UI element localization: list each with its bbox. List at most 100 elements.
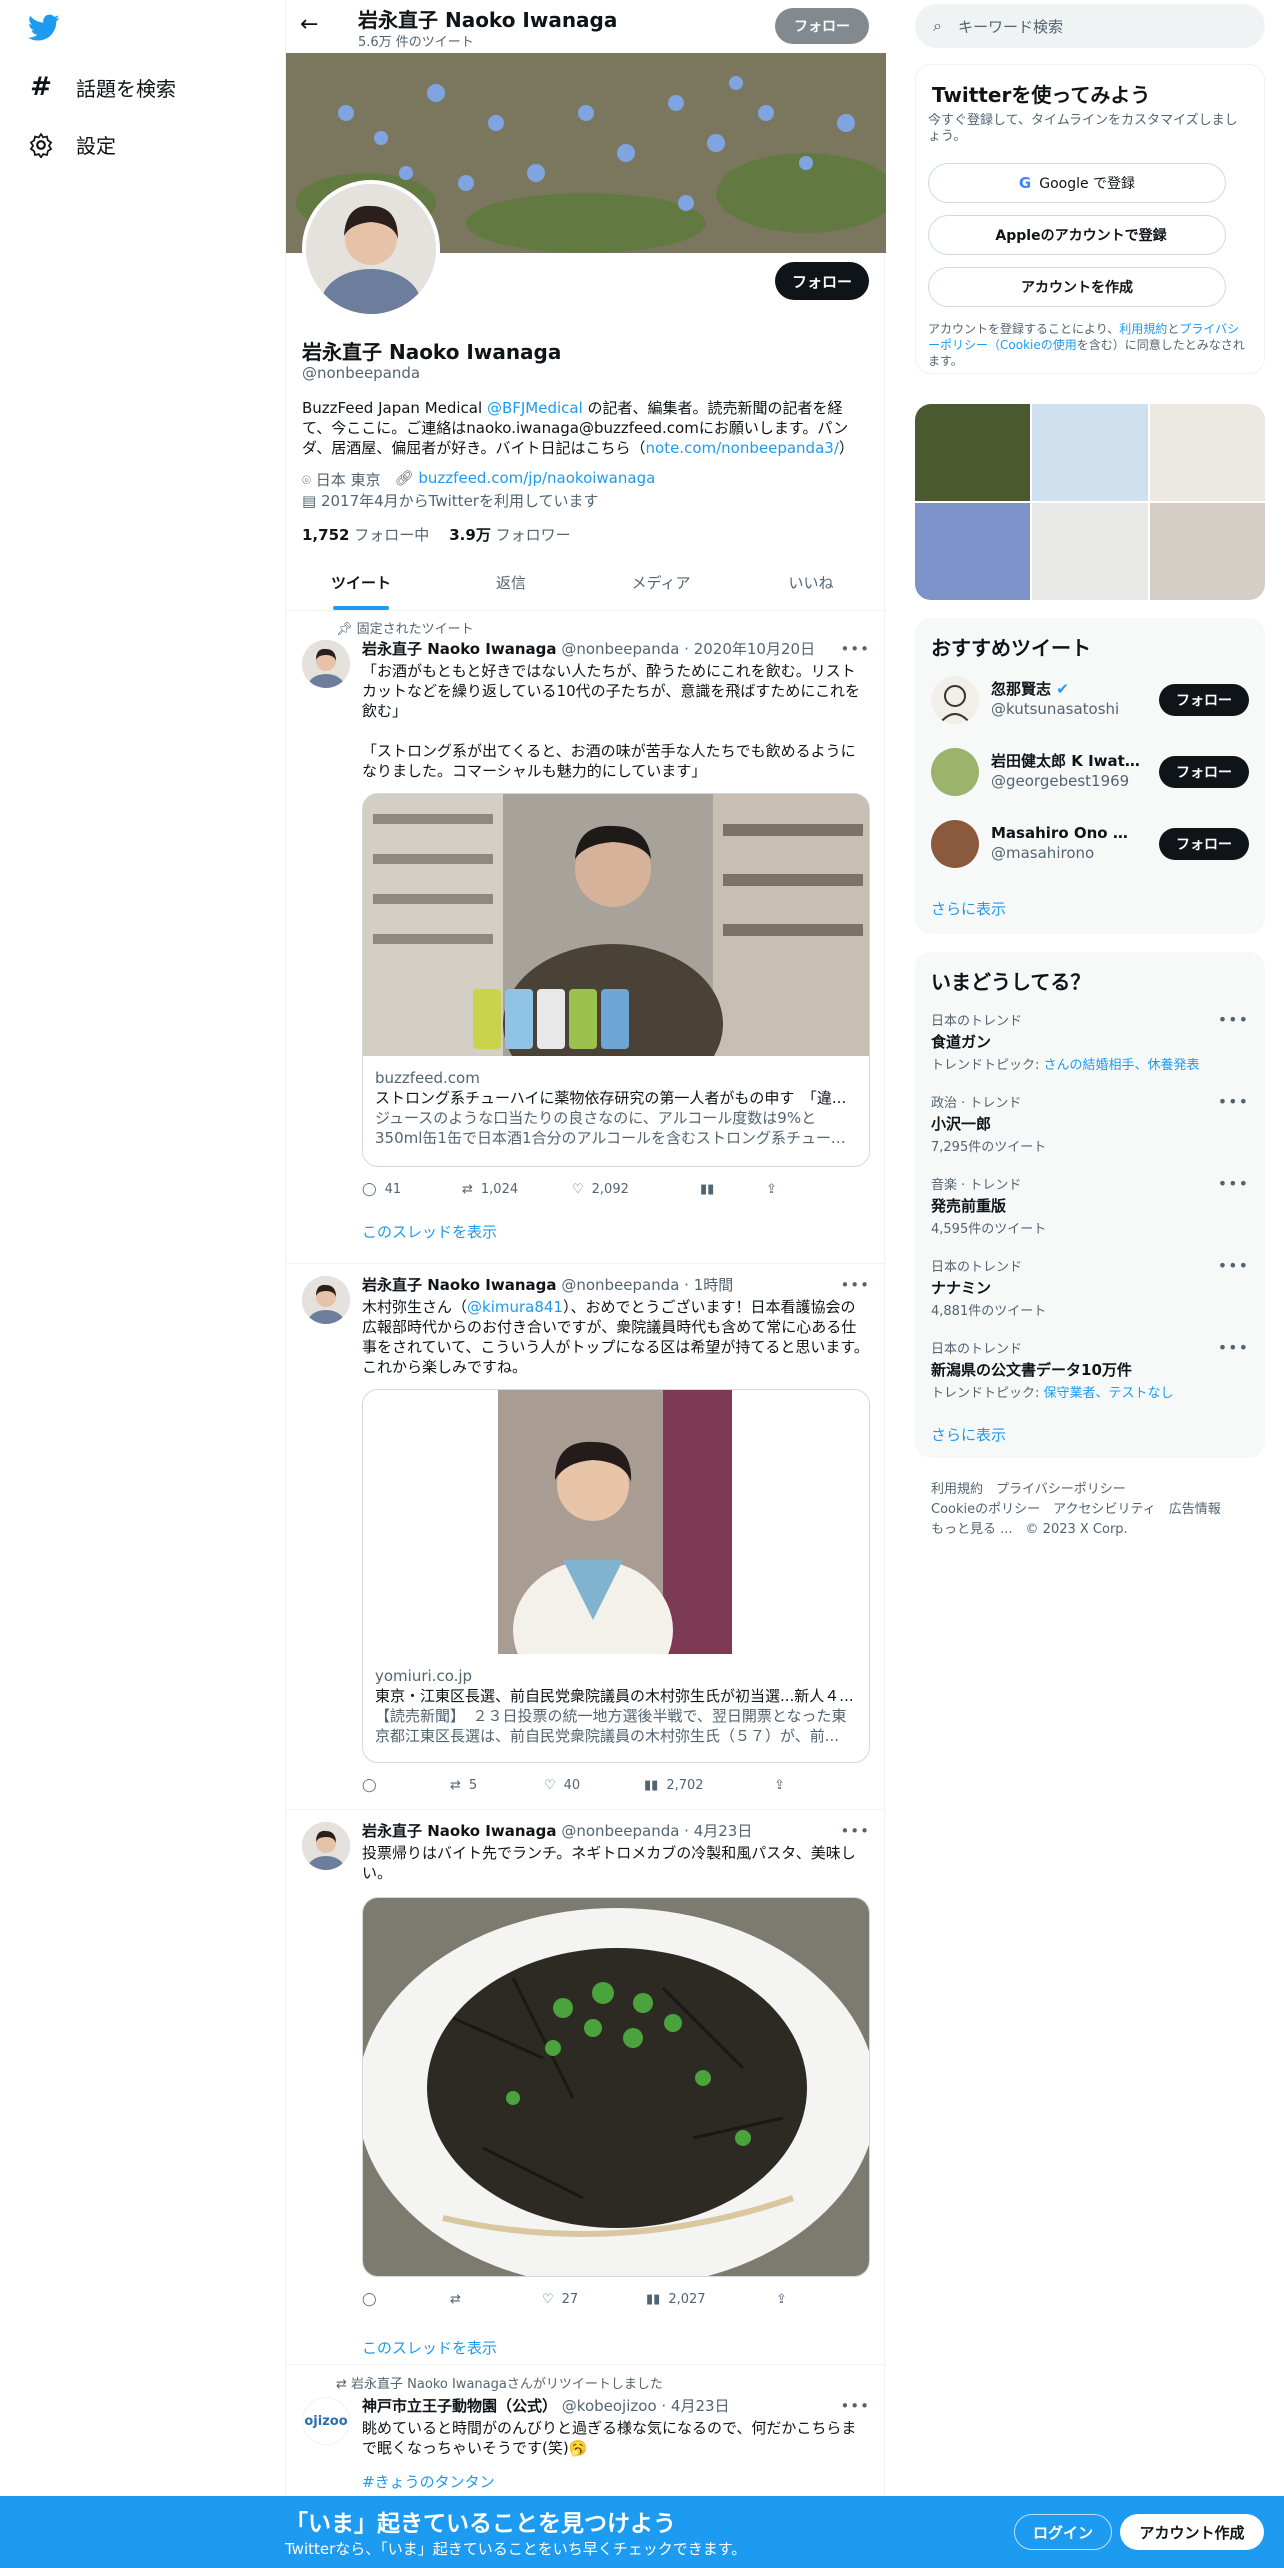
follow-button[interactable]: フォロー xyxy=(1159,828,1249,860)
search-input[interactable]: ⌕ キーワード検索 xyxy=(915,4,1265,48)
create-account-button[interactable]: アカウントを作成 xyxy=(928,267,1226,307)
retweet-button[interactable]: ⇄ 5 xyxy=(450,1775,544,1795)
trend-item[interactable]: 日本のトレンド 食道ガン トレンドトピック: さんの結婚相手、休養発表 ••• xyxy=(931,1010,1249,1073)
more-options-icon[interactable]: ••• xyxy=(1218,1256,1249,1275)
tab-tweets[interactable]: ツイート xyxy=(286,555,436,610)
more-options-icon[interactable]: ••• xyxy=(1218,1092,1249,1111)
location-pin-icon: ⌾ xyxy=(302,471,312,489)
follow-button[interactable]: フォロー xyxy=(1159,684,1249,716)
who-show-more-link[interactable]: さらに表示 xyxy=(931,898,1006,919)
tweet-author-name[interactable]: 岩永直子 Naoko Iwanaga xyxy=(362,1822,557,1840)
footer-privacy-link[interactable]: プライバシーポリシー xyxy=(996,1482,1126,1497)
apple-signup-button[interactable]: Appleのアカウントで登録 xyxy=(928,215,1226,255)
signup-button[interactable]: アカウント作成 xyxy=(1120,2514,1264,2550)
trend-topic-link[interactable]: 保守業者、テストなし xyxy=(1044,1386,1174,1401)
footer-accessibility-link[interactable]: アクセシビリティ xyxy=(1053,1502,1156,1517)
joined-item: ▤ 2017年4月からTwitterを利用しています xyxy=(302,490,599,511)
trends-show-more-link[interactable]: さらに表示 xyxy=(931,1424,1006,1445)
tweet[interactable]: ••• 岩永直子 Naoko Iwanaga @nonbeepanda · 1時… xyxy=(286,1264,886,1810)
tweet-retweet[interactable]: ⇄ 岩永直子 Naoko Iwanagaさんがリツイートしました ojizoo … xyxy=(286,2365,886,2505)
like-count: 27 xyxy=(561,2291,579,2307)
show-thread-link[interactable]: このスレッドを表示 xyxy=(362,1221,870,1242)
media-thumb[interactable] xyxy=(1149,503,1265,600)
media-thumb[interactable] xyxy=(915,404,1031,501)
share-button[interactable]: ⇪ xyxy=(766,1179,856,1199)
like-button[interactable]: ♡ 40 xyxy=(544,1775,644,1795)
following-count: 1,752 xyxy=(302,526,350,544)
tab-likes[interactable]: いいね xyxy=(736,555,886,610)
views-button[interactable]: ▮▮ 2,702 xyxy=(644,1775,774,1795)
trend-item[interactable]: 日本のトレンド ナナミン 4,881件のツイート ••• xyxy=(931,1256,1249,1319)
who-to-follow-item[interactable]: Masahiro Ono 小野... @masahirono フォロー xyxy=(931,818,1249,870)
media-thumb[interactable] xyxy=(1032,404,1148,501)
views-button[interactable]: ▮▮ 2,027 xyxy=(646,2289,776,2309)
tweet-author-name[interactable]: 岩永直子 Naoko Iwanaga xyxy=(362,1276,557,1294)
footer-terms-link[interactable]: 利用規約 xyxy=(931,1482,983,1497)
footer-more-link[interactable]: もっと見る ... xyxy=(931,1522,1013,1537)
profile-avatar[interactable] xyxy=(302,180,440,318)
show-thread-link[interactable]: このスレッドを表示 xyxy=(362,2337,870,2358)
profile-follow-button[interactable]: フォロー xyxy=(775,262,869,300)
media-thumb[interactable] xyxy=(1149,404,1265,501)
footer-ads-link[interactable]: 広告情報 xyxy=(1169,1502,1221,1517)
tab-replies[interactable]: 返信 xyxy=(436,555,586,610)
tweet-photo[interactable] xyxy=(362,1897,870,2277)
retweet-context-label: 岩永直子 Naoko Iwanagaさんがリツイートしました xyxy=(351,2377,663,2392)
avatar[interactable] xyxy=(302,1276,350,1324)
back-arrow-icon[interactable]: ← xyxy=(300,12,318,37)
tweet-author-name[interactable]: 神戸市立王子動物園（公式） xyxy=(362,2397,557,2415)
trend-item[interactable]: 日本のトレンド 新潟県の公文書データ10万件 トレンドトピック: 保守業者、テス… xyxy=(931,1338,1249,1401)
views-button[interactable]: ▮▮ xyxy=(700,1179,766,1199)
tweet[interactable]: ••• 岩永直子 Naoko Iwanaga @nonbeepanda · 4月… xyxy=(286,1810,886,2365)
bio-note-link[interactable]: note.com/nonbeepanda3/ xyxy=(646,439,839,457)
tweet-author-name[interactable]: 岩永直子 Naoko Iwanaga xyxy=(362,640,557,658)
link-card-meta: buzzfeed.com ストロング系チューハイに薬物依存研究の第一人者がもの申… xyxy=(363,1056,869,1160)
tweet-pinned[interactable]: 📌︎ 固定されたツイート ••• 岩永直子 Naoko Iwanaga @non… xyxy=(286,612,886,1264)
link-card[interactable]: yomiuri.co.jp 東京・江東区長選、前自民党衆院議員の木村弥生氏が初当… xyxy=(362,1389,870,1763)
google-signup-button[interactable]: G Google で登録 xyxy=(928,163,1226,203)
who-to-follow-item[interactable]: 忽那賢志 ✔ @kutsunasatoshi フォロー xyxy=(931,674,1249,726)
website-link[interactable]: buzzfeed.com/jp/naokoiwanaga xyxy=(418,469,655,487)
avatar[interactable]: ojizoo xyxy=(302,2397,350,2445)
bio-mention-link[interactable]: @BFJMedical xyxy=(487,399,583,417)
login-button[interactable]: ログイン xyxy=(1014,2514,1112,2550)
trend-item[interactable]: 政治 · トレンド 小沢一郎 7,295件のツイート ••• xyxy=(931,1092,1249,1155)
trend-topic-link[interactable]: さんの結婚相手、休養発表 xyxy=(1044,1058,1200,1073)
mention-link[interactable]: @kimura841 xyxy=(467,1298,563,1316)
reply-button[interactable]: ◯ xyxy=(362,1775,450,1795)
follow-button[interactable]: フォロー xyxy=(1159,756,1249,788)
more-options-icon[interactable]: ••• xyxy=(1218,1010,1249,1029)
header-follow-button[interactable]: フォロー xyxy=(775,8,869,44)
terms-link[interactable]: 利用規約 xyxy=(1119,322,1167,336)
more-options-icon[interactable]: ••• xyxy=(1218,1174,1249,1193)
followers-stat[interactable]: 3.9万 フォロワー xyxy=(449,524,570,545)
nav-settings[interactable]: 設定 xyxy=(28,130,116,159)
more-options-icon[interactable]: ••• xyxy=(1218,1338,1249,1357)
following-stat[interactable]: 1,752 フォロー中 xyxy=(302,524,429,545)
like-button[interactable]: ♡ 27 xyxy=(542,2289,646,2309)
tab-media[interactable]: メディア xyxy=(586,555,736,610)
avatar[interactable] xyxy=(931,676,979,724)
trend-item[interactable]: 音楽 · トレンド 発売前重版 4,595件のツイート ••• xyxy=(931,1174,1249,1237)
footer-cookie-link[interactable]: Cookieのポリシー xyxy=(931,1502,1040,1517)
avatar[interactable] xyxy=(302,1822,350,1870)
signup-terms: アカウントを登録することにより、利用規約とプライバシーポリシー（Cookieの使… xyxy=(928,321,1248,369)
like-button[interactable]: ♡ 2,092 xyxy=(572,1179,700,1199)
media-thumb[interactable] xyxy=(1032,503,1148,600)
reply-button[interactable]: ◯ 41 xyxy=(362,1179,462,1199)
link-card[interactable]: buzzfeed.com ストロング系チューハイに薬物依存研究の第一人者がもの申… xyxy=(362,793,870,1167)
retweet-button[interactable]: ⇄ xyxy=(450,2289,542,2309)
avatar[interactable] xyxy=(931,820,979,868)
link-icon: 🔗︎ xyxy=(394,469,414,487)
avatar[interactable] xyxy=(302,640,350,688)
media-thumb[interactable] xyxy=(915,503,1031,600)
avatar[interactable] xyxy=(931,748,979,796)
share-button[interactable]: ⇪ xyxy=(776,2289,866,2309)
reply-button[interactable]: ◯ xyxy=(362,2289,450,2309)
who-to-follow-item[interactable]: 岩田健太郎 K Iwata, ... @georgebest1969 フォロー xyxy=(931,746,1249,798)
nav-explore[interactable]: # 話題を検索 xyxy=(28,72,176,102)
retweet-button[interactable]: ⇄ 1,024 xyxy=(462,1179,572,1199)
hashtag-link[interactable]: #きょうのタンタン xyxy=(362,2472,870,2492)
share-button[interactable]: ⇪ xyxy=(774,1775,864,1795)
twitter-logo-icon[interactable] xyxy=(28,14,60,46)
